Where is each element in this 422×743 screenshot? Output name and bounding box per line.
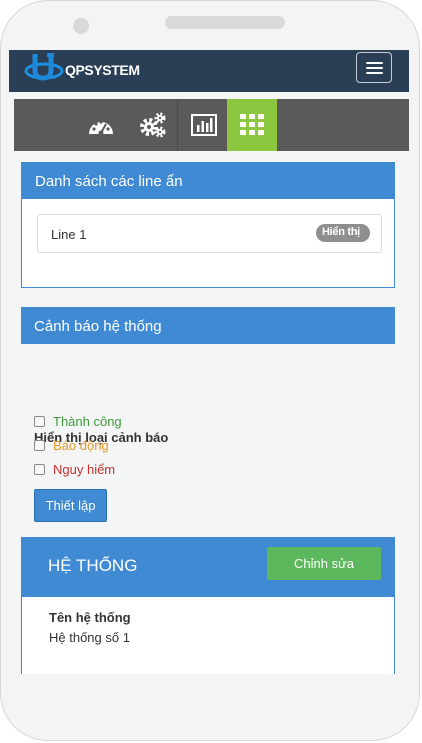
icon-toolbar bbox=[14, 99, 409, 151]
system-title: HỆ THỐNG bbox=[48, 556, 138, 575]
setup-button[interactable]: Thiết lập bbox=[34, 489, 107, 522]
system-alert-header: Cảnh báo hệ thống bbox=[21, 307, 395, 344]
phone-screen: QPSYSTEM Danh sách các line ẩn Line 1 Hi… bbox=[9, 50, 409, 674]
alert-option-success[interactable]: Thành công bbox=[34, 414, 122, 429]
system-name-value: Hệ thống số 1 bbox=[49, 630, 130, 645]
alert-option-warning[interactable]: Báo động bbox=[34, 438, 109, 453]
hidden-lines-title: Danh sách các line ẩn bbox=[35, 173, 183, 190]
phone-camera bbox=[73, 18, 89, 34]
menu-bar-icon bbox=[366, 72, 383, 74]
tool-dashboard[interactable] bbox=[76, 99, 126, 151]
list-item[interactable]: Line 1 Hiển thị bbox=[37, 214, 382, 253]
danger-checkbox[interactable] bbox=[34, 464, 45, 475]
line-name: Line 1 bbox=[51, 227, 87, 242]
bar-chart-icon bbox=[190, 114, 217, 136]
success-checkbox[interactable] bbox=[34, 416, 45, 427]
system-alert-panel: Cảnh báo hệ thống bbox=[21, 307, 395, 344]
warning-label: Báo động bbox=[53, 438, 109, 453]
system-name-label: Tên hệ thống bbox=[49, 610, 131, 625]
brand-name[interactable]: QPSYSTEM bbox=[65, 62, 140, 78]
alert-option-danger[interactable]: Nguy hiểm bbox=[34, 462, 115, 477]
danger-label: Nguy hiểm bbox=[53, 462, 116, 477]
menu-bar-icon bbox=[366, 62, 383, 64]
dashboard-icon bbox=[89, 120, 113, 136]
system-header: HỆ THỐNG Chỉnh sửa bbox=[21, 537, 395, 597]
hidden-lines-panel: Danh sách các line ẩn Line 1 Hiển thị bbox=[21, 162, 395, 288]
success-label: Thành công bbox=[53, 414, 122, 429]
system-details: Tên hệ thống Hệ thống số 1 bbox=[21, 597, 395, 674]
menu-toggle-button[interactable] bbox=[356, 52, 392, 83]
edit-button[interactable]: Chỉnh sửa bbox=[267, 547, 381, 580]
warning-checkbox[interactable] bbox=[34, 440, 45, 451]
hidden-lines-header: Danh sách các line ẩn bbox=[22, 163, 394, 199]
menu-bar-icon bbox=[366, 67, 383, 69]
show-badge[interactable]: Hiển thị bbox=[316, 224, 370, 242]
gears-icon bbox=[139, 112, 165, 138]
brand-logo-icon[interactable] bbox=[23, 50, 67, 92]
grid-icon bbox=[240, 114, 264, 135]
phone-mockup: QPSYSTEM Danh sách các line ẩn Line 1 Hi… bbox=[0, 0, 422, 743]
phone-speaker bbox=[165, 16, 285, 29]
tool-grid[interactable] bbox=[227, 99, 277, 151]
top-navbar: QPSYSTEM bbox=[9, 50, 409, 92]
system-alert-title: Cảnh báo hệ thống bbox=[34, 318, 162, 335]
tool-reports[interactable] bbox=[179, 99, 229, 151]
tool-settings[interactable] bbox=[128, 99, 178, 151]
